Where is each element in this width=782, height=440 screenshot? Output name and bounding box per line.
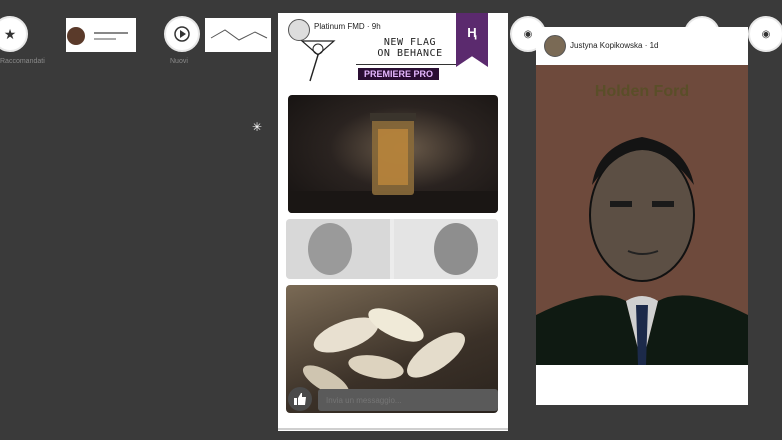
portrait-collage-image <box>286 219 498 279</box>
story-thumb-1[interactable] <box>66 18 136 52</box>
story-title-line2: ON BEHANCE <box>377 48 443 59</box>
reply-bar <box>286 387 498 413</box>
story-header: Platinum FMD · 9h NEW FLAG ON BEHANCE PR… <box>278 13 508 93</box>
message-input[interactable] <box>318 389 498 411</box>
divider <box>356 64 456 65</box>
bookmark-icon[interactable]: Ⱨ <box>456 13 488 67</box>
story-avatar-icon-3: ◉ <box>761 28 771 40</box>
portrait-illustration <box>536 137 748 365</box>
story-progress-bar <box>278 428 508 430</box>
bottle-illustration <box>288 113 498 213</box>
story-username-right: Justyna Kopikowska · 1d <box>570 41 659 50</box>
portrait-collage <box>286 219 498 279</box>
avatar-right[interactable] <box>544 35 566 57</box>
story-title-line1: NEW FLAG <box>383 37 437 48</box>
story-thumb-image <box>66 18 136 52</box>
story-thumb-image-2 <box>205 18 271 52</box>
story-avatar-icon: ◉ <box>523 28 533 40</box>
perfume-bottle-image <box>288 95 498 213</box>
story-recommended[interactable]: ★ <box>0 16 28 52</box>
poster-title: Holden Ford <box>594 83 690 100</box>
holden-ford-poster-image: Holden Ford <box>536 65 748 365</box>
play-icon <box>174 26 190 42</box>
story-card-center[interactable]: Platinum FMD · 9h NEW FLAG ON BEHANCE PR… <box>278 13 508 431</box>
like-button[interactable] <box>288 387 312 411</box>
story-label-new: Nuovi <box>170 58 188 65</box>
story-thumb-2[interactable] <box>205 18 271 52</box>
story-label-recommended: Raccomandati <box>0 58 45 65</box>
sparkle-cursor-icon: ✳ <box>252 120 263 134</box>
story-username: Platinum FMD · 9h <box>314 22 381 31</box>
star-icon: ★ <box>3 25 17 42</box>
logo-icon <box>300 40 336 82</box>
premiere-badge: PREMIERE PRO <box>358 68 440 80</box>
thumbs-up-icon <box>294 393 306 405</box>
story-header-right: Justyna Kopikowska · 1d <box>536 27 748 65</box>
story-new[interactable] <box>164 16 200 52</box>
story-card-right[interactable]: Justyna Kopikowska · 1d Holden Ford <box>536 27 748 405</box>
story-circle-5[interactable]: ◉ <box>748 16 782 52</box>
